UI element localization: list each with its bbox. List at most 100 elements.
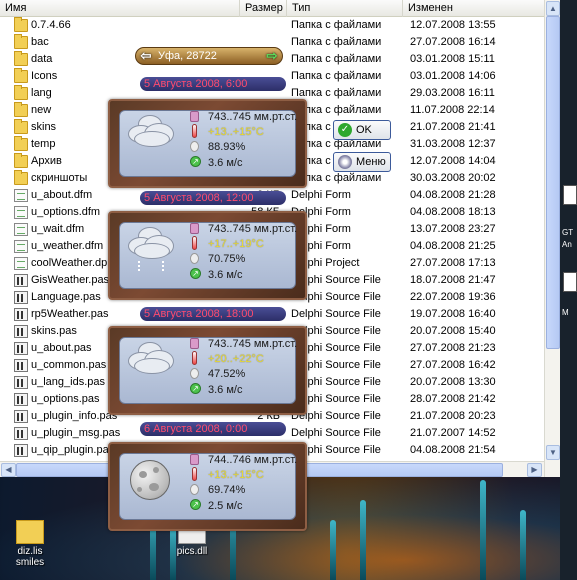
forecast-date: 6 Августа 2008, 0:00 — [140, 422, 286, 436]
file-date: 21.07.2008 20:23 — [410, 410, 496, 422]
list-item[interactable]: 0.7.4.66 Папка с файлами 12.07.2008 13:55 — [0, 17, 544, 34]
desktop-icon-label: diz.lis smiles — [15, 546, 45, 568]
wind-speed-value: 2.5 м/с — [208, 500, 243, 512]
forecast-panel: ↗ 743..745 мм.рт.ст. +20..+22°C 47.52% 3… — [108, 326, 307, 415]
file-name: skins.pas — [31, 325, 77, 337]
file-type: Папка с файлами — [291, 70, 382, 82]
forecast-date: 5 Августа 2008, 6:00 — [140, 77, 286, 91]
file-date: 12.07.2008 14:04 — [410, 155, 496, 167]
file-name: u_wait.dfm — [31, 223, 85, 235]
file-type: Папка с файлами — [291, 19, 382, 31]
file-date: 21.07.2007 14:52 — [410, 427, 496, 439]
prev-city-icon[interactable]: ⇦ — [138, 48, 154, 64]
scroll-left-icon[interactable]: ◀ — [1, 463, 16, 477]
scroll-right-icon[interactable]: ▶ — [527, 463, 542, 477]
file-date: 04.08.2008 21:54 — [410, 444, 496, 456]
file-date: 31.03.2008 12:37 — [410, 138, 496, 150]
file-name: u_about.dfm — [31, 189, 93, 201]
file-type: Папка с файлами — [291, 53, 382, 65]
menu-button[interactable]: Меню — [333, 152, 391, 172]
folder-icon — [14, 34, 28, 49]
file-name: data — [31, 53, 53, 65]
pas-icon — [14, 427, 28, 440]
file-date: 27.07.2008 16:14 — [410, 36, 496, 48]
humidity-value: 47.52% — [208, 368, 246, 380]
gear-icon — [338, 155, 352, 169]
file-date: 11.07.2008 22:14 — [410, 104, 495, 116]
file-type: Delphi Form — [291, 189, 351, 201]
wind-icon: ↗ — [190, 383, 201, 394]
folder-icon — [16, 520, 44, 544]
menu-button-label: Меню — [356, 156, 386, 168]
file-name: lang — [31, 87, 52, 99]
folder-icon — [14, 85, 28, 100]
file-icon — [14, 240, 28, 253]
column-header-type[interactable]: Тип — [287, 0, 403, 17]
temperature-value: +13..+15°C — [208, 469, 264, 481]
file-name: u_plugin_msg.pas — [31, 427, 121, 439]
city-name: Уфа, 28722 — [158, 50, 217, 62]
file-type: Папка с файлами — [291, 36, 382, 48]
file-name: rp5Weather.pas — [31, 308, 109, 320]
file-date: 20.07.2008 15:40 — [410, 325, 496, 337]
scroll-thumb[interactable] — [546, 16, 560, 349]
file-date: 04.08.2008 18:13 — [410, 206, 496, 218]
file-name: u_about.pas — [31, 342, 92, 354]
forecast-panel: ↗ 743..745 мм.рт.ст. +13..+15°C 88.93% 3… — [108, 99, 307, 188]
file-name: u_lang_ids.pas — [31, 376, 106, 388]
file-name: u_options.dfm — [31, 206, 101, 218]
background-window-edge: GT An M — [560, 0, 577, 580]
pressure-value: 743..745 мм.рт.ст. — [208, 111, 298, 123]
file-date: 27.07.2008 17:13 — [410, 257, 496, 269]
column-header-name[interactable]: Имя — [0, 0, 240, 17]
pas-icon — [14, 274, 28, 287]
desktop-icon-smiles[interactable]: diz.lis smiles — [10, 520, 50, 568]
file-name: temp — [31, 138, 56, 150]
app-icon[interactable] — [563, 185, 577, 205]
file-name: u_weather.dfm — [31, 240, 104, 252]
folder-icon — [14, 51, 28, 66]
scroll-up-icon[interactable]: ▲ — [546, 1, 560, 16]
file-name: скриншоты — [31, 172, 88, 184]
city-selector[interactable]: ⇦ Уфа, 28722 ⇨ — [135, 47, 283, 65]
file-date: 12.07.2008 13:55 — [410, 19, 496, 31]
file-date: 18.07.2008 21:47 — [410, 274, 496, 286]
pressure-value: 744..746 мм.рт.ст. — [208, 454, 298, 466]
cloudy-icon — [124, 113, 178, 161]
file-date: 27.07.2008 21:23 — [410, 342, 496, 354]
folder-icon — [14, 153, 28, 168]
app-icon[interactable] — [563, 272, 577, 292]
pas-icon — [14, 325, 28, 338]
pressure-value: 743..745 мм.рт.ст. — [208, 338, 298, 350]
wind-speed-value: 3.6 м/с — [208, 384, 243, 396]
file-date: 29.03.2008 16:11 — [410, 87, 495, 99]
folder-icon — [14, 170, 28, 185]
scroll-down-icon[interactable]: ▼ — [546, 445, 560, 460]
column-header-size[interactable]: Размер — [240, 0, 287, 17]
file-date: 30.03.2008 20:02 — [410, 172, 496, 184]
cloudy-icon — [124, 340, 178, 388]
vertical-scrollbar[interactable]: ▲ ▼ — [544, 0, 560, 477]
file-name: skins — [31, 121, 57, 133]
column-header-date[interactable]: Изменен — [403, 0, 544, 17]
wind-icon: ↗ — [190, 156, 201, 167]
file-name: GisWeather.pas — [31, 274, 110, 286]
file-date: 03.01.2008 14:06 — [410, 70, 496, 82]
wind-icon: ↗ — [190, 499, 201, 510]
forecast-panel: ↗ 743..745 мм.рт.ст. +17..+19°C 70.75% 3… — [108, 211, 307, 300]
file-date: 13.07.2008 23:27 — [410, 223, 496, 235]
ok-button[interactable]: ✓ OK — [333, 120, 391, 140]
file-name: Language.pas — [31, 291, 101, 303]
forecast-date: 5 Августа 2008, 12:00 — [140, 191, 286, 205]
file-date: 21.07.2008 21:41 — [410, 121, 496, 133]
file-type: Delphi Source File — [291, 308, 381, 320]
check-icon: ✓ — [338, 123, 352, 137]
file-date: 04.08.2008 21:25 — [410, 240, 496, 252]
next-city-icon[interactable]: ⇨ — [264, 48, 280, 64]
file-date: 28.07.2008 21:42 — [410, 393, 496, 405]
file-name: Архив — [31, 155, 62, 167]
pas-icon — [14, 376, 28, 389]
file-date: 22.07.2008 19:36 — [410, 291, 496, 303]
file-name: coolWeather.dpr — [31, 257, 111, 269]
wind-speed-value: 3.6 м/с — [208, 269, 243, 281]
